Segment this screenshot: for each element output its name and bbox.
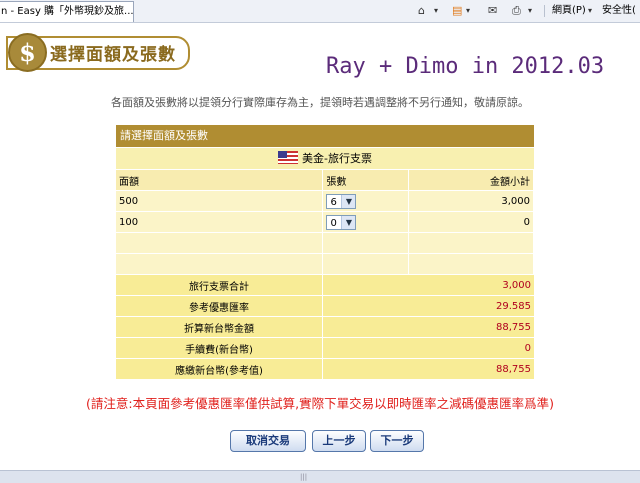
previous-step-button[interactable]: 上一步 (312, 430, 366, 452)
handwritten-annotation: Ray + Dimo in 2012.03 (326, 54, 605, 79)
toolbar-divider (544, 5, 545, 17)
subtotal-value: 0 (408, 211, 535, 233)
summary-label: 折算新台幣金額 (116, 316, 323, 338)
summary-table: 旅行支票合計 3,000 參考優惠匯率 29.585 折算新台幣金額 88,75… (116, 274, 534, 379)
summary-row: 參考優惠匯率 29.585 (116, 295, 534, 317)
mail-icon[interactable]: ✉ (488, 3, 497, 18)
column-header-subtotal: 金額小計 (408, 169, 535, 191)
chevron-down-icon[interactable]: ▼ (341, 194, 356, 208)
rss-feed-icon[interactable]: ▤ (452, 3, 462, 18)
summary-row: 應繳新台幣(參考值) 88,755 (116, 358, 534, 379)
denomination-table: 面額 張數 金額小計 500 6 ▼ 3,000 100 0 ▼ 0 (116, 169, 535, 274)
next-step-button[interactable]: 下一步 (370, 430, 424, 452)
summary-row: 折算新台幣金額 88,755 (116, 316, 534, 338)
resize-grip-icon[interactable]: ||| (300, 473, 307, 481)
summary-row: 手續費(新台幣) 0 (116, 337, 534, 359)
chevron-down-icon[interactable]: ▼ (341, 215, 356, 229)
form-title: 請選擇面額及張數 (116, 125, 534, 147)
denomination-form: 請選擇面額及張數 美金-旅行支票 面額 張數 金額小計 500 6 ▼ 3,000… (116, 125, 535, 379)
summary-label: 應繳新台幣(參考值) (116, 358, 323, 379)
count-cell: 0 ▼ (322, 211, 409, 233)
count-select[interactable]: 0 ▼ (326, 214, 357, 230)
page-menu[interactable]: 網頁(P) (552, 4, 586, 17)
table-header-row: 面額 張數 金額小計 (116, 169, 535, 191)
summary-value: 3,000 (322, 274, 534, 296)
denomination-value: 100 (116, 211, 324, 233)
currency-row: 美金-旅行支票 (116, 147, 534, 169)
browser-tab[interactable]: n - Easy 購「外幣現鈔及旅... (0, 1, 134, 22)
summary-label: 參考優惠匯率 (116, 295, 323, 317)
subtotal-value: 3,000 (408, 190, 535, 212)
summary-value: 88,755 (322, 316, 534, 338)
safety-menu[interactable]: 安全性( (602, 4, 636, 17)
summary-label: 手續費(新台幣) (116, 337, 323, 359)
print-icon[interactable]: ⎙ (512, 3, 521, 18)
rate-warning: (請注意:本頁面參考優惠匯率僅供試算,實際下單交易以即時匯率之減碼優惠匯率爲準) (86, 396, 554, 411)
table-row: 500 6 ▼ 3,000 (116, 190, 535, 212)
count-cell: 6 ▼ (322, 190, 409, 212)
summary-label: 旅行支票合計 (116, 274, 323, 296)
chevron-down-icon[interactable]: ▾ (466, 3, 470, 18)
home-icon[interactable]: ⌂ (418, 3, 425, 18)
empty-row (116, 232, 535, 254)
inventory-notice: 各面額及張數將以提領分行實際庫存為主，提領時若遇調整將不另行通知，敬請原諒。 (111, 96, 529, 109)
summary-value: 88,755 (322, 358, 534, 379)
table-row: 100 0 ▼ 0 (116, 211, 535, 233)
empty-row (116, 253, 535, 274)
summary-value: 0 (322, 337, 534, 359)
dollar-icon: $ (8, 33, 47, 72)
column-header-count: 張數 (322, 169, 409, 191)
chevron-down-icon[interactable]: ▾ (434, 3, 438, 18)
summary-value: 29.585 (322, 295, 534, 317)
currency-name: 美金-旅行支票 (302, 152, 372, 165)
status-bar: ||| (0, 470, 640, 483)
cancel-transaction-button[interactable]: 取消交易 (230, 430, 306, 452)
chevron-down-icon[interactable]: ▾ (528, 3, 532, 18)
column-header-denomination: 面額 (116, 169, 324, 191)
chevron-down-icon[interactable]: ▾ (588, 3, 592, 18)
us-flag-icon (278, 151, 298, 164)
summary-row: 旅行支票合計 3,000 (116, 274, 534, 296)
page-title: 選擇面額及張數 (50, 45, 176, 65)
count-select[interactable]: 6 ▼ (326, 193, 357, 209)
denomination-value: 500 (116, 190, 324, 212)
browser-toolbar: n - Easy 購「外幣現鈔及旅... ⌂ ▾ ▤ ▾ ✉ ⎙ ▾ 網頁(P)… (0, 0, 640, 23)
